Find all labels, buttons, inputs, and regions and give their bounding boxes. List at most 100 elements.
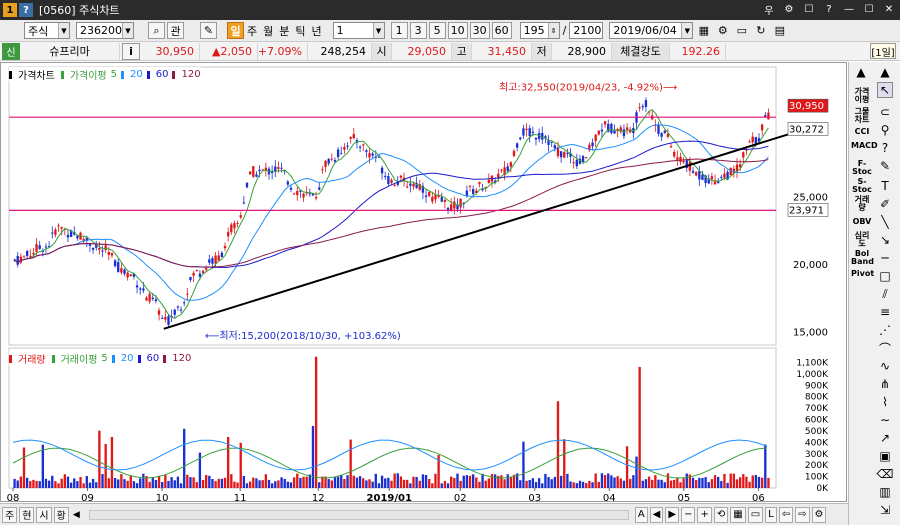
cursor-icon[interactable]: ↖ — [877, 82, 893, 98]
trend-line-icon[interactable]: ↘ — [877, 232, 893, 248]
wave-icon[interactable]: ∼ — [877, 412, 893, 428]
total-count-field[interactable]: 2100 — [569, 22, 604, 39]
indicator-f-stoc[interactable]: F-Stoc — [851, 160, 873, 176]
zoom-in-button[interactable]: + — [697, 506, 712, 523]
pitchfork-icon[interactable]: ⋔ — [877, 376, 893, 392]
settings-icon[interactable]: ⚙ — [782, 2, 796, 16]
help-icon[interactable]: ? — [877, 140, 893, 156]
interval-3-label: 3 — [414, 24, 422, 37]
nav-prev-button[interactable]: ◀ — [649, 506, 664, 523]
close-icon[interactable]: ✕ — [882, 2, 896, 16]
period-minute-button[interactable]: 분 — [279, 23, 289, 39]
indicator-obv[interactable]: OBV — [851, 218, 873, 226]
chart-svg[interactable]: 25,000 20,000 15,000 30,950 30,272 23,971 최고:3… — [1, 63, 848, 503]
bottom-tab-status[interactable]: 황 — [53, 506, 69, 523]
interval-select[interactable]: 1 ▼ — [332, 22, 385, 39]
expand-icon[interactable]: ⇲ — [877, 502, 893, 518]
chart-area[interactable]: 25,000 20,000 15,000 30,950 30,272 23,971 최고:3… — [0, 62, 848, 503]
channel-icon[interactable]: ⫽ — [877, 286, 893, 302]
magnet-icon[interactable]: ⊂ — [877, 104, 893, 120]
screen-icon[interactable]: ▭ — [747, 506, 764, 523]
settings-icon[interactable]: ⚙ — [714, 22, 731, 39]
interval-10-button[interactable]: 10 — [447, 22, 468, 39]
watchlist-button[interactable]: 관 — [167, 22, 184, 39]
fibonacci-icon[interactable]: ≡ — [877, 304, 893, 320]
nav-next-button[interactable]: ▶ — [665, 506, 680, 523]
interval-3-button[interactable]: 3 — [409, 22, 427, 39]
window-control-pin[interactable]: 우 — [762, 2, 776, 17]
eraser-icon[interactable]: ⌫ — [877, 466, 894, 482]
pan-left-icon[interactable]: ⇦ — [778, 506, 794, 523]
help-icon[interactable]: ? — [822, 2, 836, 16]
chevron-up-icon[interactable]: ▲ — [853, 64, 869, 80]
count-stepper[interactable]: 195 ⇕ — [519, 22, 560, 39]
volume-bar — [82, 483, 85, 488]
chevron-up-icon[interactable]: ▲ — [877, 64, 893, 80]
refresh-icon[interactable]: ↻ — [752, 22, 769, 39]
volume-bar — [314, 356, 318, 488]
zoom-out-button[interactable]: − — [681, 506, 696, 523]
bar-chart-icon[interactable]: ▥ — [877, 484, 893, 500]
info-button[interactable]: i — [122, 42, 140, 60]
settings-icon[interactable]: ⚙ — [811, 506, 827, 523]
bottom-tab-weekly[interactable]: 주 — [2, 506, 18, 523]
indicator-volume[interactable]: 거래량 — [851, 196, 873, 212]
interval-5-button[interactable]: 5 — [428, 22, 446, 39]
bottom-tab-market[interactable]: 시 — [36, 506, 52, 523]
volume-bar — [110, 436, 114, 488]
market-select[interactable]: 주식 ▼ — [24, 22, 70, 39]
text-tool-icon[interactable]: T — [877, 178, 893, 194]
indicator-s-stoc[interactable]: S-Stoc — [851, 178, 873, 194]
grid-icon[interactable]: ▦ — [730, 506, 746, 523]
maximize-icon[interactable]: ☐ — [862, 2, 876, 16]
auto-trend-icon[interactable]: ↗ — [877, 430, 893, 446]
pin-icon[interactable]: ⚲ — [877, 122, 893, 138]
indicator-bollinger[interactable]: Bol Band — [851, 250, 874, 266]
stepper-arrows-icon[interactable]: ⇕ — [547, 23, 559, 38]
cycle-icon[interactable]: ∿ — [877, 358, 893, 374]
scroll-left-icon[interactable]: ◀ — [73, 510, 83, 520]
nav-a-button[interactable]: A — [634, 506, 648, 523]
date-picker[interactable]: 2019/06/04 ▼ — [609, 22, 694, 39]
period-day-button[interactable]: 일 — [227, 22, 244, 39]
screen-icon[interactable]: ▣ — [877, 448, 893, 464]
search-button[interactable]: ⌕ — [148, 22, 165, 39]
indicator-pivot[interactable]: Pivot — [851, 270, 874, 278]
line-tool-icon[interactable]: ╲ — [877, 214, 893, 230]
horizontal-line-icon[interactable]: ─ — [877, 250, 893, 266]
edit-icon[interactable]: ✎ — [200, 22, 217, 39]
indicator-psychology[interactable]: 심리도 — [851, 232, 873, 248]
pencil-icon[interactable]: ✎ — [877, 158, 893, 174]
interval-30-label: 30 — [472, 24, 487, 37]
interval-60-button[interactable]: 60 — [491, 22, 512, 39]
brush-icon[interactable]: ✐ — [877, 196, 893, 212]
arc-icon[interactable]: ⌒ — [877, 340, 893, 356]
interval-1-button[interactable]: 1 — [390, 22, 408, 39]
bottom-tab-current[interactable]: 현 — [19, 506, 35, 523]
calendar-icon[interactable]: ▦ — [695, 22, 712, 39]
pan-right-icon[interactable]: ⇨ — [795, 506, 810, 523]
screen-icon[interactable]: ▭ — [733, 22, 750, 39]
help-badge-icon[interactable]: ? — [19, 3, 33, 17]
grid-icon[interactable]: ▤ — [771, 22, 788, 39]
interval-30-button[interactable]: 30 — [469, 22, 490, 39]
horizontal-scrollbar[interactable] — [88, 509, 629, 520]
zigzag-icon[interactable]: ⌇ — [877, 394, 893, 410]
period-month-button[interactable]: 월 — [263, 23, 273, 39]
period-tick-button[interactable]: 틱 — [295, 23, 305, 39]
indicator-grid-chart[interactable]: 그물차트 — [851, 108, 873, 124]
screen-icon[interactable]: ☐ — [802, 2, 816, 16]
indicator-macd[interactable]: MACD — [851, 142, 878, 150]
period-year-button[interactable]: 년 — [312, 23, 322, 39]
minimize-icon[interactable]: — — [842, 2, 856, 16]
rectangle-icon[interactable]: □ — [877, 268, 893, 284]
period-tag[interactable]: [1일] — [870, 43, 896, 59]
stock-code-input[interactable]: 236200 ▼ — [76, 22, 134, 39]
period-week-button[interactable]: 주 — [247, 23, 257, 39]
indicator-price-ma[interactable]: 가격이평 — [851, 88, 873, 104]
indicator-cci[interactable]: CCI — [851, 128, 873, 136]
lock-icon[interactable]: L — [765, 506, 777, 523]
candle-body — [547, 140, 550, 145]
gann-fan-icon[interactable]: ⋰ — [877, 322, 893, 338]
sync-icon[interactable]: ⟲ — [713, 506, 729, 523]
